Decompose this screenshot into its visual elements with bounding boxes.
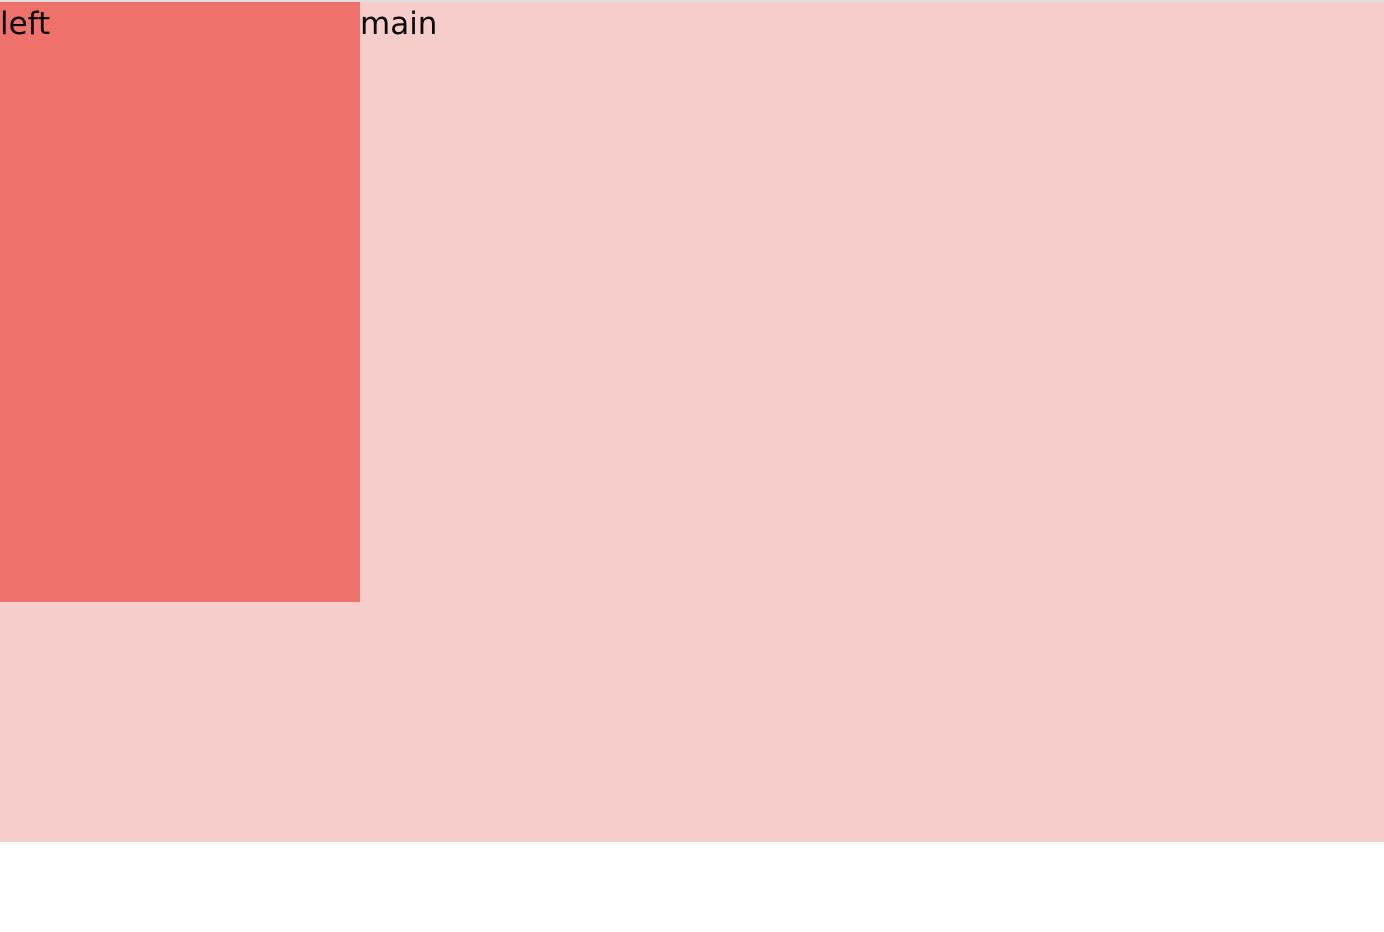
main-pane-label: main bbox=[360, 6, 438, 42]
left-pane-label: left bbox=[0, 6, 51, 42]
layout-container: left main bbox=[0, 2, 1384, 842]
left-pane: left bbox=[0, 2, 360, 602]
